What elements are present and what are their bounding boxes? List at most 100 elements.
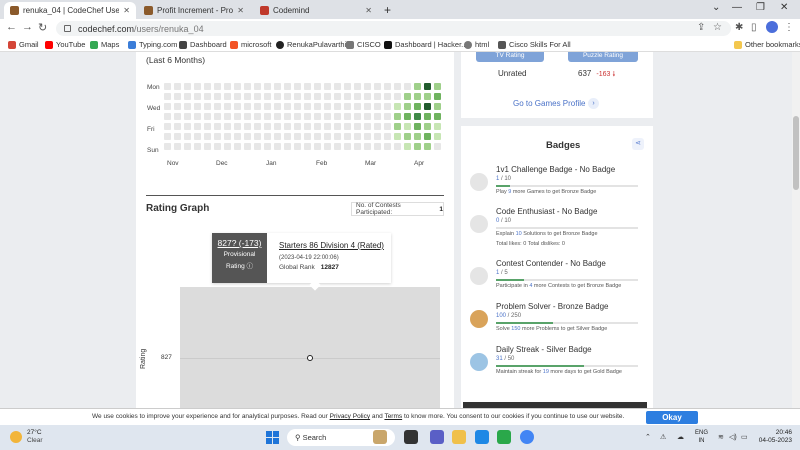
heatmap-cell[interactable] — [164, 123, 171, 130]
heatmap-cell[interactable] — [324, 123, 331, 130]
heatmap-cell[interactable] — [324, 113, 331, 120]
heatmap-cell[interactable] — [254, 133, 261, 140]
heatmap-cell[interactable] — [304, 113, 311, 120]
heatmap-cell[interactable] — [374, 103, 381, 110]
heatmap-cell[interactable] — [314, 103, 321, 110]
heatmap-cell[interactable] — [224, 83, 231, 90]
heatmap-cell[interactable] — [394, 133, 401, 140]
cookie-okay-button[interactable]: Okay — [646, 411, 698, 424]
heatmap-cell[interactable] — [364, 103, 371, 110]
heatmap-cell[interactable] — [334, 83, 341, 90]
heatmap-cell[interactable] — [164, 83, 171, 90]
heatmap-cell[interactable] — [314, 93, 321, 100]
alert-icon[interactable]: ⚠ — [660, 433, 666, 441]
reload-icon[interactable]: ↻ — [38, 21, 47, 34]
heatmap-cell[interactable] — [344, 113, 351, 120]
heatmap-cell[interactable] — [194, 143, 201, 150]
battery-icon[interactable]: ▭ — [741, 433, 748, 441]
heatmap-cell[interactable] — [254, 123, 261, 130]
heatmap-cell[interactable] — [224, 93, 231, 100]
heatmap-cell[interactable] — [284, 103, 291, 110]
heatmap-cell[interactable] — [374, 123, 381, 130]
heatmap-cell[interactable] — [344, 143, 351, 150]
chevron-up-icon[interactable]: ⌃ — [645, 433, 651, 441]
tab-profit-increment[interactable]: Profit Increment - Problems | Co ✕ — [138, 2, 250, 19]
windows-start-icon[interactable] — [266, 431, 279, 444]
heatmap-cell[interactable] — [414, 113, 421, 120]
heatmap-cell[interactable] — [194, 123, 201, 130]
wifi-icon[interactable]: ≋ — [718, 433, 724, 441]
heatmap-cell[interactable] — [324, 83, 331, 90]
heatmap-cell[interactable] — [164, 113, 171, 120]
heatmap-cell[interactable] — [344, 83, 351, 90]
heatmap-cell[interactable] — [364, 83, 371, 90]
heatmap-cell[interactable] — [364, 93, 371, 100]
heatmap-cell[interactable] — [304, 103, 311, 110]
tab-codemind[interactable]: Codemind ✕ — [254, 2, 378, 19]
heatmap-cell[interactable] — [434, 93, 441, 100]
cloud-icon[interactable]: ☁ — [677, 433, 684, 441]
heatmap-cell[interactable] — [194, 103, 201, 110]
share-icon[interactable]: ⋖ — [632, 138, 644, 150]
heatmap-cell[interactable] — [334, 133, 341, 140]
heatmap-cell[interactable] — [404, 123, 411, 130]
heatmap-cell[interactable] — [294, 133, 301, 140]
heatmap-cell[interactable] — [424, 83, 431, 90]
heatmap-cell[interactable] — [294, 103, 301, 110]
heatmap-cell[interactable] — [264, 133, 271, 140]
heatmap-cell[interactable] — [414, 133, 421, 140]
bookmark-github[interactable]: RenukaPulavarthi — [276, 40, 346, 49]
maximize-button[interactable]: ❐ — [756, 2, 765, 13]
heatmap-cell[interactable] — [424, 133, 431, 140]
heatmap-cell[interactable] — [334, 143, 341, 150]
heatmap-cell[interactable] — [294, 93, 301, 100]
heatmap-cell[interactable] — [364, 143, 371, 150]
heatmap-cell[interactable] — [294, 123, 301, 130]
heatmap-cell[interactable] — [264, 123, 271, 130]
heatmap-cell[interactable] — [304, 83, 311, 90]
heatmap-cell[interactable] — [354, 113, 361, 120]
heatmap-cell[interactable] — [214, 83, 221, 90]
heatmap-cell[interactable] — [374, 83, 381, 90]
heatmap-cell[interactable] — [384, 93, 391, 100]
scrollbar-thumb[interactable] — [793, 116, 799, 190]
chevron-down-icon[interactable]: ⌄ — [712, 2, 720, 13]
heatmap-cell[interactable] — [184, 83, 191, 90]
heatmap-cell[interactable] — [174, 123, 181, 130]
heatmap-cell[interactable] — [384, 143, 391, 150]
bookmark-html[interactable]: html — [464, 40, 489, 49]
heatmap-cell[interactable] — [234, 123, 241, 130]
other-bookmarks[interactable]: Other bookmarks — [734, 40, 800, 49]
heatmap-cell[interactable] — [294, 143, 301, 150]
heatmap-cell[interactable] — [304, 133, 311, 140]
heatmap-cell[interactable] — [334, 93, 341, 100]
close-window-button[interactable]: ✕ — [780, 2, 788, 13]
heatmap-cell[interactable] — [254, 143, 261, 150]
heatmap-cell[interactable] — [374, 93, 381, 100]
heatmap-cell[interactable] — [184, 93, 191, 100]
heatmap-cell[interactable] — [214, 93, 221, 100]
heatmap-cell[interactable] — [294, 83, 301, 90]
heatmap-cell[interactable] — [234, 143, 241, 150]
heatmap-cell[interactable] — [244, 143, 251, 150]
heatmap-cell[interactable] — [164, 143, 171, 150]
bookmark-maps[interactable]: Maps — [90, 40, 119, 49]
heatmap-cell[interactable] — [204, 113, 211, 120]
tab-codechef-profile[interactable]: renuka_04 | CodeChef User Profi ✕ — [4, 2, 136, 19]
heatmap-cell[interactable] — [394, 103, 401, 110]
heatmap-cell[interactable] — [404, 83, 411, 90]
heatmap-cell[interactable] — [314, 143, 321, 150]
heatmap-cell[interactable] — [174, 113, 181, 120]
heatmap-cell[interactable] — [394, 123, 401, 130]
heatmap-cell[interactable] — [224, 143, 231, 150]
heatmap-cell[interactable] — [274, 113, 281, 120]
heatmap-cell[interactable] — [404, 133, 411, 140]
heatmap-cell[interactable] — [314, 113, 321, 120]
chevron-right-icon[interactable]: › — [588, 98, 599, 109]
heatmap-cell[interactable] — [334, 123, 341, 130]
heatmap-cell[interactable] — [244, 93, 251, 100]
games-profile-link[interactable]: Go to Games Profile — [513, 99, 585, 108]
heatmap-cell[interactable] — [364, 113, 371, 120]
task-view-icon[interactable] — [404, 430, 418, 444]
heatmap-cell[interactable] — [204, 93, 211, 100]
